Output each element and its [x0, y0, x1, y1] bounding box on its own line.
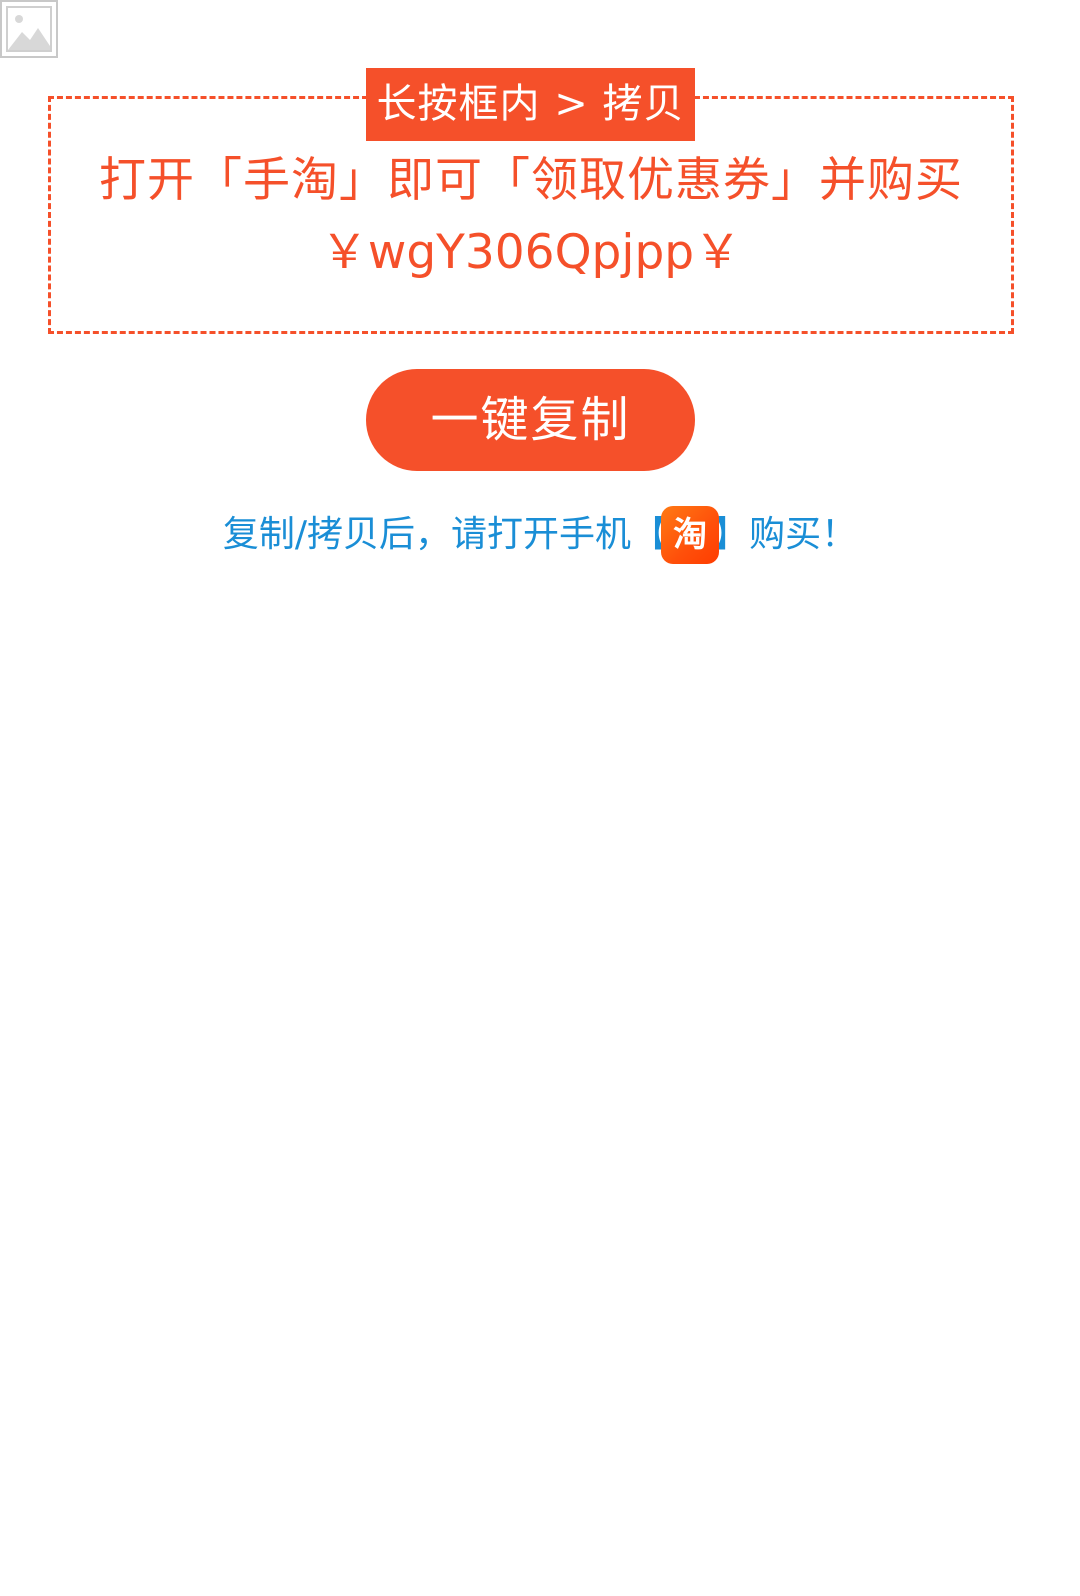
broken-image-glyph — [6, 6, 52, 52]
one-click-copy-button[interactable]: 一键复制 — [366, 369, 695, 471]
hint-text-before: 复制/拷贝后，请打开手机【 — [222, 514, 668, 555]
copy-box-label: 长按框内 > 拷贝 — [366, 68, 695, 141]
taobao-app-icon: 淘 — [661, 506, 720, 564]
promo-code-text[interactable]: ￥wgY306Qpjpp￥ — [48, 222, 1014, 284]
open-app-hint: 复制/拷贝后，请打开手机【淘】购买！ — [0, 498, 1080, 564]
hint-text-after: 】购买！ — [713, 514, 858, 555]
promo-instruction-text[interactable]: 打开「手淘」即可「领取优惠券」并购买 — [48, 150, 1014, 212]
page: 长按框内 > 拷贝 打开「手淘」即可「领取优惠券」并购买 ￥wgY306Qpjp… — [0, 0, 1080, 1596]
broken-image-icon — [0, 0, 58, 58]
